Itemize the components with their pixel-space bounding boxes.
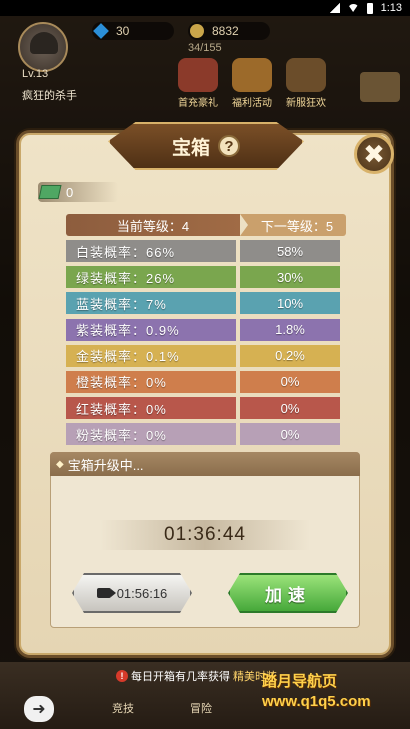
cash-icon bbox=[38, 185, 62, 199]
rate-row: 红装概率：0% 0% bbox=[66, 397, 340, 420]
video-camera-icon bbox=[96, 588, 116, 598]
rate-next: 0% bbox=[240, 397, 340, 420]
cash-counter: 0 bbox=[38, 182, 118, 202]
rate-next: 0.2% bbox=[240, 344, 340, 367]
clock: 1:13 bbox=[380, 2, 402, 14]
gift-icon bbox=[178, 58, 218, 92]
help-icon[interactable]: ? bbox=[218, 135, 240, 157]
battery-icon bbox=[366, 2, 373, 14]
menu-button[interactable] bbox=[360, 72, 400, 102]
rate-current: 红装概率：0% bbox=[66, 397, 236, 420]
rate-row: 绿装概率：26% 30% bbox=[66, 266, 340, 289]
alert-icon: ! bbox=[116, 670, 128, 682]
wifi-icon bbox=[347, 4, 359, 12]
signal-icon bbox=[329, 3, 340, 13]
event-first-recharge[interactable]: 首充豪礼 bbox=[172, 58, 224, 109]
rate-table: 白装概率：66% 58% 绿装概率：26% 30% 蓝装概率：7% 10% 紫装概率：… bbox=[66, 240, 340, 450]
modal-title-text: 宝箱 bbox=[171, 137, 210, 159]
rate-current: 粉装概率：0% bbox=[66, 423, 236, 446]
event-welfare[interactable]: 福利活动 bbox=[226, 58, 278, 109]
rate-current: 白装概率：66% bbox=[66, 240, 236, 262]
gold-counter: 8832 bbox=[188, 22, 270, 40]
level-bar: 当前等级：4 下一等级：5 bbox=[66, 214, 346, 236]
watch-video-button[interactable]: 01:56:16 bbox=[72, 573, 192, 613]
rate-current: 蓝装概率：7% bbox=[66, 292, 236, 315]
upgrade-title: 宝箱升级中... bbox=[67, 457, 144, 473]
upgrade-timer: 01:36:44 bbox=[100, 520, 310, 550]
party-icon bbox=[286, 58, 326, 92]
exp-progress: 34/155 bbox=[188, 42, 222, 54]
close-button[interactable]: ✖ bbox=[354, 134, 394, 174]
notice-banner: ! 每日开箱有几率获得 精美时装 bbox=[116, 668, 277, 684]
nav-adventure[interactable]: 冒险 bbox=[190, 700, 212, 716]
watermark: 踏月导航页 www.q1q5.com bbox=[262, 673, 371, 710]
modal-title: 宝箱 ? bbox=[108, 130, 304, 162]
diamond-icon: ◆ bbox=[56, 458, 64, 470]
next-level: 下一等级：5 bbox=[240, 214, 346, 236]
rate-row: 蓝装概率：7% 10% bbox=[66, 292, 340, 315]
gem-icon bbox=[93, 23, 109, 39]
rate-current: 绿装概率：26% bbox=[66, 266, 236, 289]
rate-current: 紫装概率：0.9% bbox=[66, 318, 236, 341]
speed-up-button[interactable]: 加速 bbox=[228, 573, 348, 613]
rate-row: 粉装概率：0% 0% bbox=[66, 423, 340, 446]
event-new-server[interactable]: 新服狂欢 bbox=[280, 58, 332, 109]
arrow-right-icon[interactable]: ➜ bbox=[24, 696, 54, 722]
rate-next: 0% bbox=[240, 423, 340, 446]
gold-coin-icon bbox=[190, 24, 204, 38]
rate-row: 金装概率：0.1% 0.2% bbox=[66, 344, 340, 367]
video-time: 01:56:16 bbox=[116, 585, 168, 601]
player-level: Lv.13 bbox=[22, 68, 49, 80]
current-level: 当前等级：4 bbox=[66, 214, 240, 236]
avatar[interactable] bbox=[18, 22, 68, 72]
rate-next: 58% bbox=[240, 240, 340, 262]
helmet-icon bbox=[30, 32, 58, 54]
upgrade-header: ◆ 宝箱升级中... bbox=[50, 452, 360, 476]
rate-next: 10% bbox=[240, 292, 340, 315]
rate-current: 橙装概率：0% bbox=[66, 370, 236, 393]
gem-counter: 30 bbox=[92, 22, 174, 40]
chest-icon bbox=[232, 58, 272, 92]
rate-row: 橙装概率：0% 0% bbox=[66, 370, 340, 393]
status-bar: 1:13 bbox=[0, 0, 410, 16]
rate-row: 紫装概率：0.9% 1.8% bbox=[66, 318, 340, 341]
cash-amount: 0 bbox=[66, 184, 74, 200]
notice-text: 每日开箱有几率获得 bbox=[131, 671, 230, 683]
rate-current: 金装概率：0.1% bbox=[66, 344, 236, 367]
rate-next: 0% bbox=[240, 370, 340, 393]
rate-next: 1.8% bbox=[240, 318, 340, 341]
rate-next: 30% bbox=[240, 266, 340, 289]
player-name: 疯狂的杀手 bbox=[22, 90, 77, 102]
rate-row: 白装概率：66% 58% bbox=[66, 240, 340, 262]
nav-arena[interactable]: 竞技 bbox=[112, 700, 134, 716]
